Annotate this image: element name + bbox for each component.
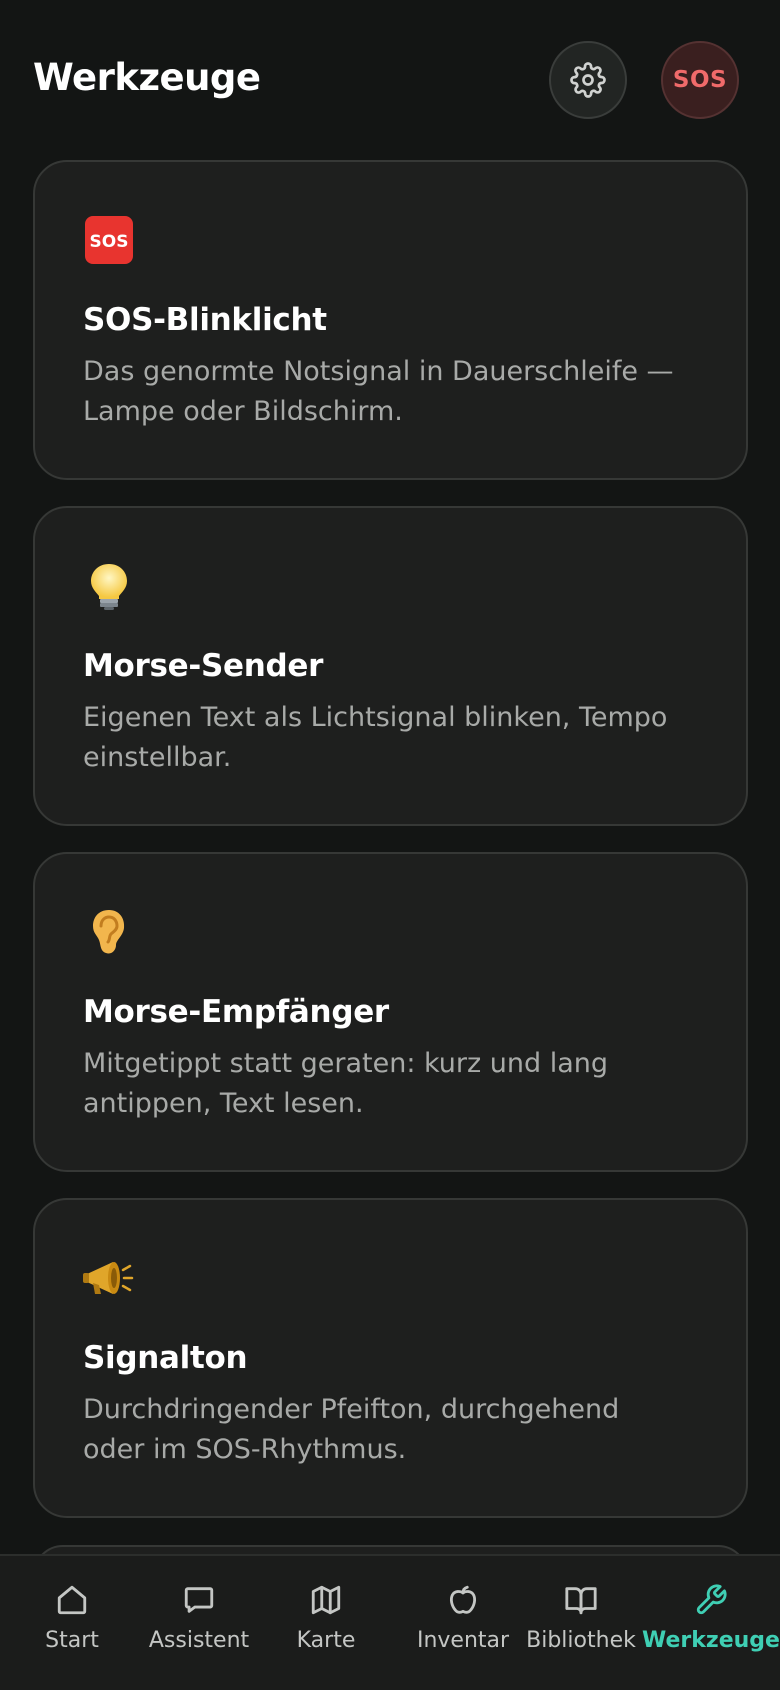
gear-icon xyxy=(570,62,606,98)
home-icon xyxy=(55,1580,89,1620)
settings-button[interactable] xyxy=(549,41,627,119)
svg-text:SOS: SOS xyxy=(90,232,129,252)
bottom-navigation: Start Assistent Karte Inventar Bibliothe… xyxy=(0,1554,780,1690)
nav-label: Start xyxy=(45,1628,99,1653)
tool-description: Eigenen Text als Lichtsignal blinken, Te… xyxy=(83,702,668,773)
sos-icon: SOS xyxy=(83,214,135,266)
app-header: Werkzeuge SOS xyxy=(0,0,780,150)
page-title: Werkzeuge xyxy=(33,56,261,99)
megaphone-icon xyxy=(83,1252,135,1304)
nav-label: Werkzeuge xyxy=(642,1628,780,1653)
tool-title: Morse-Empfänger xyxy=(83,994,389,1030)
sos-button-label: SOS xyxy=(672,67,728,93)
tool-description: Mitgetippt statt geraten: kurz und lang … xyxy=(83,1048,609,1119)
ear-icon xyxy=(83,906,135,958)
tool-description: Durchdringender Pfeifton, durchgehend od… xyxy=(83,1394,620,1465)
apple-icon xyxy=(446,1580,480,1620)
light-bulb-icon xyxy=(83,560,135,612)
tool-card-morse-sender[interactable]: Morse-Sender Eigenen Text als Lichtsigna… xyxy=(33,506,748,826)
nav-item-werkzeuge[interactable]: Werkzeuge xyxy=(642,1556,780,1690)
book-icon xyxy=(564,1580,598,1620)
tool-title: SOS-Blinklicht xyxy=(83,302,327,338)
chat-icon xyxy=(182,1580,216,1620)
tool-title: Morse-Sender xyxy=(83,648,324,684)
tool-description: Das genormte Notsignal in Dauerschleife … xyxy=(83,356,674,427)
wrench-icon xyxy=(694,1580,728,1620)
nav-item-start[interactable]: Start xyxy=(22,1556,122,1690)
nav-label: Assistent xyxy=(148,1628,250,1653)
tool-card-morse-empfaenger[interactable]: Morse-Empfänger Mitgetippt statt geraten… xyxy=(33,852,748,1172)
tool-card-signalton[interactable]: Signalton Durchdringender Pfeifton, durc… xyxy=(33,1198,748,1518)
nav-item-assistent[interactable]: Assistent xyxy=(139,1556,259,1690)
tool-title: Signalton xyxy=(83,1340,248,1376)
map-icon xyxy=(309,1580,343,1620)
nav-item-inventar[interactable]: Inventar xyxy=(403,1556,523,1690)
nav-label: Inventar xyxy=(416,1628,510,1653)
nav-item-bibliothek[interactable]: Bibliothek xyxy=(521,1556,641,1690)
tool-card-sos-blinklicht[interactable]: SOS SOS-Blinklicht Das genormte Notsigna… xyxy=(33,160,748,480)
nav-item-karte[interactable]: Karte xyxy=(276,1556,376,1690)
nav-label: Bibliothek xyxy=(526,1628,636,1653)
nav-label: Karte xyxy=(296,1628,356,1653)
sos-button[interactable]: SOS xyxy=(661,41,739,119)
